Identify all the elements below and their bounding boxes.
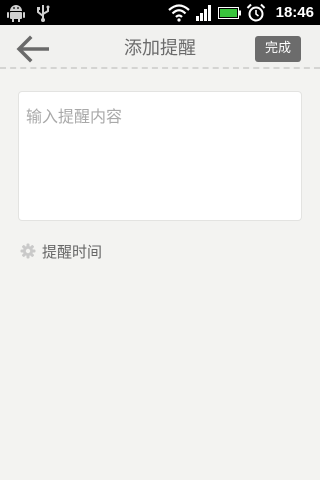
content-card: [18, 91, 302, 221]
back-button[interactable]: [14, 35, 52, 63]
reminder-content-input[interactable]: [19, 92, 301, 220]
signal-icon: [195, 3, 213, 26]
page-title: 添加提醒: [124, 38, 196, 59]
usb-icon: [35, 3, 51, 26]
android-icon: [6, 3, 26, 26]
done-button[interactable]: 完成: [255, 36, 301, 62]
status-bar: 18:46: [0, 0, 320, 25]
status-time: 18:46: [275, 4, 314, 21]
title-divider: [0, 67, 320, 69]
gear-icon: [20, 243, 36, 259]
wifi-icon: [168, 3, 190, 26]
reminder-time-row[interactable]: 提醒时间: [18, 240, 218, 264]
back-arrow-icon: [14, 35, 52, 67]
reminder-time-label: 提醒时间: [42, 243, 103, 261]
alarm-icon: [246, 3, 266, 26]
battery-icon: [218, 3, 242, 26]
